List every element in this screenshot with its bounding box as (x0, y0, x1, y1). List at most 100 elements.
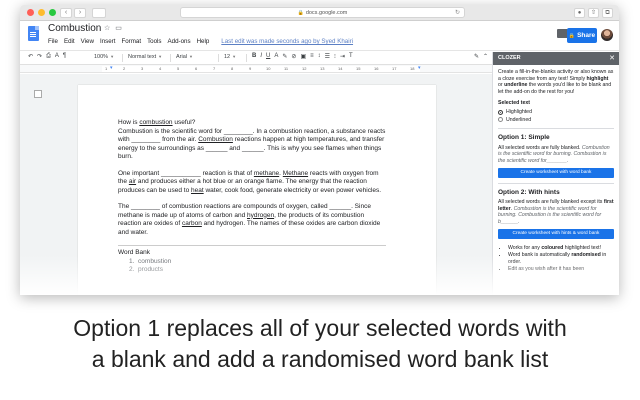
extension-icon[interactable]: ● (574, 8, 585, 18)
tabs-overview-icon[interactable]: ⧉ (602, 8, 613, 18)
browser-chrome: ‹ › 🔒 docs.google.com ↻ ● ⇧ ⧉ (20, 5, 619, 21)
zoom-value: 100% (94, 54, 109, 60)
editing-mode-icon[interactable]: ✎ (474, 53, 479, 60)
menu-help[interactable]: Help (197, 38, 210, 45)
chevron-down-icon: ▼ (189, 54, 193, 59)
font-select[interactable]: Arial ▼ (176, 54, 193, 60)
paragraph: One important ___________ reaction is th… (118, 169, 382, 194)
share-button[interactable]: 🔒 Share (567, 28, 597, 43)
selected-text-label: Selected text (498, 100, 531, 107)
promo-caption: Option 1 replaces all of your selected w… (0, 313, 640, 375)
option1-title: Option 1: Simple (498, 134, 550, 142)
word-bank-list: 1. combustion 2. products (129, 258, 386, 275)
underline-icon[interactable]: U (266, 53, 270, 60)
highlight-icon[interactable]: ✎ (282, 53, 287, 60)
zoom-select[interactable]: 100% ▼ (94, 54, 114, 60)
zoom-window-button[interactable] (49, 9, 56, 16)
chevron-down-icon: ▼ (232, 54, 237, 59)
list-item: 2. products (129, 266, 163, 273)
docs-logo-icon[interactable] (28, 26, 39, 41)
address-bar[interactable]: 🔒 docs.google.com ↻ (180, 7, 465, 18)
line-spacing-icon[interactable]: ↕ (318, 53, 321, 60)
share-page-icon[interactable]: ⇧ (588, 8, 599, 18)
menu-bar: File Edit View Insert Format Tools Add-o… (48, 38, 353, 45)
ruler-number: 16 (374, 66, 379, 71)
indent-marker-icon[interactable]: ▾ (110, 65, 113, 71)
caption-line-1: Option 1 replaces all of your selected w… (73, 315, 567, 341)
chevron-down-icon: ▼ (110, 54, 115, 59)
document-canvas[interactable]: How is combustion useful? Combustion is … (20, 74, 492, 295)
radio-label: Highlighted (506, 108, 532, 115)
option1-description: All selected words are fully blanked. Co… (498, 144, 610, 164)
spellcheck-icon[interactable]: A (55, 53, 59, 60)
ruler-number: 13 (320, 66, 325, 71)
ruler-number: 10 (266, 66, 271, 71)
numbered-list-icon[interactable]: ☰ (325, 53, 330, 60)
font-size-select[interactable]: 12 ▼ (224, 54, 236, 60)
caption-line-2: a blank and add a randomised word bank l… (91, 346, 549, 372)
create-worksheet-hints-button[interactable]: Create worksheet with hints & word bank (498, 228, 614, 239)
folder-icon[interactable]: ▭ (115, 24, 122, 32)
ruler-number: 15 (356, 66, 361, 71)
radio-underlined[interactable]: Underlined (498, 117, 614, 124)
undo-icon[interactable]: ↶ (28, 53, 33, 60)
list-item: Works for any coloured highlighted text! (508, 245, 614, 252)
menu-tools[interactable]: Tools (147, 38, 161, 45)
style-select[interactable]: Normal text ▼ (128, 54, 162, 60)
divider (498, 128, 614, 130)
bold-icon[interactable]: B (252, 53, 256, 60)
sidebar-header: CLOZER ✕ (493, 52, 619, 65)
back-button[interactable]: ‹ (60, 8, 72, 18)
lock-icon: 🔒 (568, 33, 576, 39)
collapse-toolbar-icon[interactable]: ⌃ (483, 53, 488, 60)
paint-format-icon[interactable]: ¶ (63, 53, 66, 60)
text-color-icon[interactable]: A (274, 53, 278, 60)
clozer-sidebar: CLOZER ✕ Create a fill-in-the-blanks act… (492, 52, 619, 295)
radio-label: Underlined (506, 116, 532, 123)
clear-format-icon[interactable]: T (349, 53, 353, 60)
create-worksheet-word-bank-button[interactable]: Create worksheet with word bank (498, 167, 614, 178)
star-icon[interactable]: ☆ (104, 24, 110, 32)
radio-highlighted[interactable]: Highlighted (498, 109, 614, 116)
comment-add-icon[interactable]: ▣ (300, 53, 306, 60)
bulleted-list-icon[interactable]: ⁝ (334, 53, 336, 60)
close-icon[interactable]: ✕ (609, 52, 615, 65)
italic-icon[interactable]: I (260, 53, 262, 60)
document-body[interactable]: How is combustion useful? Combustion is … (118, 119, 386, 275)
ruler-number: 14 (338, 66, 343, 71)
indent-icon[interactable]: ⇥ (340, 53, 345, 60)
close-window-button[interactable] (27, 9, 34, 16)
forward-button[interactable]: › (74, 8, 86, 18)
menu-edit[interactable]: Edit (64, 38, 75, 45)
menu-view[interactable]: View (81, 38, 94, 45)
right-margin-marker-icon[interactable]: ▾ (418, 65, 421, 71)
chevron-down-icon: ▼ (158, 54, 163, 59)
ruler-number: 12 (302, 66, 307, 71)
minimize-window-button[interactable] (38, 9, 45, 16)
divider (498, 182, 614, 184)
avatar[interactable] (601, 29, 613, 41)
last-edit-link[interactable]: Last edit was made seconds ago by Syed K… (221, 38, 353, 45)
reload-icon[interactable]: ↻ (455, 8, 460, 18)
menu-file[interactable]: File (48, 38, 58, 45)
ruler-number: 9 (249, 66, 252, 71)
sidebar-title: CLOZER (498, 55, 521, 61)
ruler-number: 7 (213, 66, 216, 71)
ruler-number: 1 (105, 66, 108, 71)
style-value: Normal text (128, 54, 157, 60)
align-icon[interactable]: ≡ (310, 53, 314, 60)
menu-format[interactable]: Format (121, 38, 141, 45)
print-icon[interactable]: ⎙ (46, 53, 51, 60)
sidebar-toggle-icon[interactable] (92, 8, 106, 18)
menu-insert[interactable]: Insert (100, 38, 115, 45)
word-bank-title: Word Bank (118, 245, 386, 258)
option2-title: Option 2: With hints (498, 188, 560, 196)
link-icon[interactable]: ⊘ (291, 53, 296, 60)
redo-icon[interactable]: ↷ (37, 53, 42, 60)
document-outline-icon[interactable] (34, 90, 42, 98)
document-title[interactable]: Combustion (48, 23, 101, 34)
document-page[interactable]: How is combustion useful? Combustion is … (78, 85, 436, 295)
list-item: Word bank is automatically randomised in… (508, 252, 614, 265)
menu-add-ons[interactable]: Add-ons (168, 38, 191, 45)
paragraph: The ________ of combustion reactions are… (118, 203, 381, 236)
